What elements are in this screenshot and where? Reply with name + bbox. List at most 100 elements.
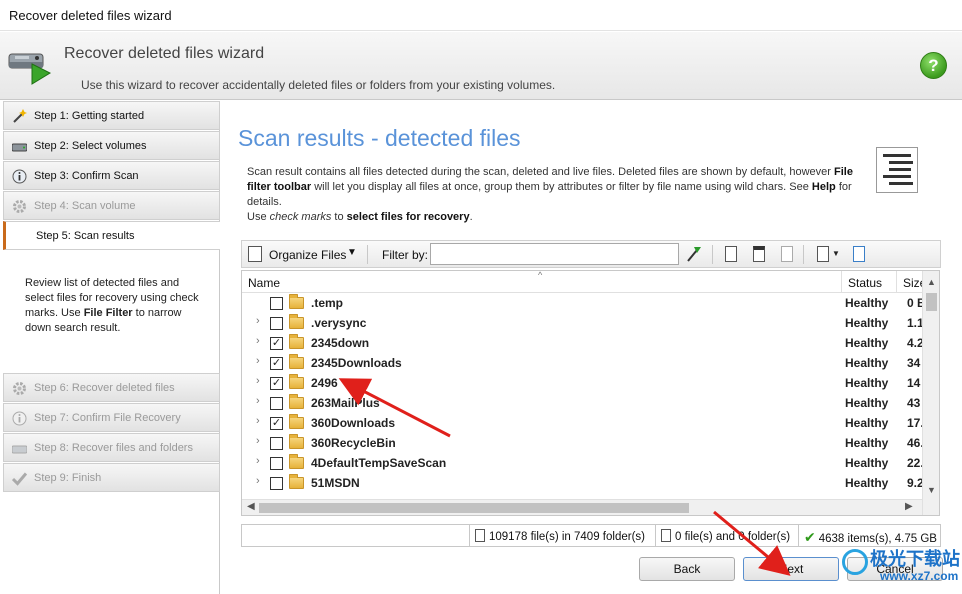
file-icon bbox=[661, 529, 671, 542]
apply-filter-icon[interactable] bbox=[685, 245, 703, 264]
step-label: Step 6: Recover deleted files bbox=[34, 382, 175, 394]
chevron-right-icon[interactable]: ▶ bbox=[905, 501, 913, 512]
step-label: Step 5: Scan results bbox=[36, 230, 135, 242]
status-selected-files: 0 file(s) and 0 folder(s) bbox=[655, 525, 798, 546]
row-name: 360RecycleBin bbox=[311, 436, 396, 450]
row-name: 4DefaultTempSaveScan bbox=[311, 456, 447, 470]
chevron-right-icon[interactable]: › bbox=[256, 435, 266, 447]
wizard-title: Recover deleted files wizard bbox=[64, 45, 265, 62]
step-recover-deleted-files: Step 6: Recover deleted files bbox=[3, 373, 220, 402]
step-label: Step 1: Getting started bbox=[34, 110, 145, 122]
table-row[interactable]: › .verysync Healthy 1.1 bbox=[242, 313, 924, 333]
row-name: 51MSDN bbox=[311, 476, 360, 490]
scrollbar-thumb[interactable] bbox=[259, 503, 689, 513]
scrollbar-thumb[interactable] bbox=[926, 293, 937, 311]
row-status: Healthy bbox=[845, 296, 889, 310]
row-checkbox[interactable] bbox=[270, 297, 283, 310]
toolbar-separator bbox=[712, 245, 713, 264]
toolbar-separator bbox=[367, 245, 368, 264]
gear-icon bbox=[13, 382, 26, 395]
page-title: Scan results - detected files bbox=[238, 125, 521, 151]
file-filter-toolbar: Organize Files ▼ Filter by: ▼ bbox=[241, 240, 941, 268]
status-checked-items: ✔ 4638 items(s), 4.75 GB bbox=[798, 525, 940, 546]
row-name: 2345Downloads bbox=[311, 356, 402, 370]
status-total-files: 109178 file(s) in 7409 folder(s) bbox=[469, 525, 655, 546]
main-content: Scan results - detected files Scan resul… bbox=[221, 101, 962, 594]
organize-files-button[interactable]: Organize Files ▼ bbox=[248, 244, 358, 265]
table-row[interactable]: .temp Healthy 0 B bbox=[242, 293, 926, 313]
filter-label: Filter by: bbox=[382, 248, 429, 262]
chevron-left-icon[interactable]: ◀ bbox=[247, 501, 255, 512]
chevron-right-icon[interactable]: › bbox=[256, 335, 266, 347]
row-checkbox[interactable] bbox=[270, 317, 283, 330]
chevron-down-icon: ▼ bbox=[347, 247, 357, 258]
row-checkbox[interactable] bbox=[270, 397, 283, 410]
row-status: Healthy bbox=[845, 376, 889, 390]
show-deleted-files-icon[interactable] bbox=[722, 245, 740, 264]
filter-input[interactable] bbox=[430, 243, 679, 265]
folder-icon bbox=[289, 314, 304, 329]
column-status[interactable]: Status bbox=[842, 271, 897, 293]
back-button[interactable]: Back bbox=[639, 557, 735, 581]
check-icon bbox=[12, 472, 27, 486]
chevron-up-icon[interactable]: ▲ bbox=[927, 277, 936, 287]
table-row[interactable]: › ✓ 2496 Healthy 14 bbox=[242, 373, 922, 393]
row-checkbox[interactable]: ✓ bbox=[270, 377, 283, 390]
row-checkbox[interactable] bbox=[270, 437, 283, 450]
row-checkbox[interactable] bbox=[270, 457, 283, 470]
row-status: Healthy bbox=[845, 316, 889, 330]
next-button[interactable]: Next bbox=[743, 557, 839, 581]
folder-icon bbox=[289, 454, 304, 469]
sort-ascending-icon: ^ bbox=[538, 270, 543, 280]
table-row[interactable]: › 263MailPlus Healthy 43 bbox=[242, 393, 922, 413]
folder-icon bbox=[289, 374, 304, 389]
table-row[interactable]: › ✓ 2345down Healthy 4.2 bbox=[242, 333, 924, 353]
row-checkbox[interactable]: ✓ bbox=[270, 357, 283, 370]
show-live-files-icon[interactable] bbox=[778, 245, 796, 264]
refresh-icon[interactable] bbox=[850, 245, 868, 264]
step-label: Step 3: Confirm Scan bbox=[34, 170, 139, 182]
folder-icon bbox=[289, 474, 304, 489]
column-name[interactable]: Name ^ bbox=[242, 271, 842, 293]
chevron-right-icon[interactable]: › bbox=[256, 455, 266, 467]
window-titlebar: Recover deleted files wizard bbox=[0, 0, 962, 31]
document-tree-icon bbox=[876, 147, 918, 193]
chevron-down-icon[interactable]: ▼ bbox=[832, 249, 840, 258]
row-checkbox[interactable]: ✓ bbox=[270, 337, 283, 350]
folder-icon bbox=[289, 294, 304, 309]
chevron-right-icon[interactable]: › bbox=[256, 395, 266, 407]
help-icon[interactable]: ? bbox=[920, 52, 947, 79]
chevron-right-icon[interactable]: › bbox=[256, 315, 266, 327]
show-all-files-icon[interactable] bbox=[750, 245, 768, 264]
step-select-volumes[interactable]: Step 2: Select volumes bbox=[3, 131, 220, 160]
chevron-right-icon[interactable]: › bbox=[256, 475, 266, 487]
table-row[interactable]: › ✓ 360Downloads Healthy 17. bbox=[242, 413, 924, 433]
chevron-right-icon[interactable]: › bbox=[256, 355, 266, 367]
export-list-icon[interactable] bbox=[814, 245, 832, 264]
file-list[interactable]: Name ^ Status Size .temp Healthy 0 B › .verys… bbox=[241, 270, 940, 516]
table-row[interactable]: › 4DefaultTempSaveScan Healthy 22. bbox=[242, 453, 924, 473]
drive-icon bbox=[12, 143, 27, 152]
horizontal-scrollbar[interactable]: ◀ ▶ bbox=[242, 499, 922, 515]
chevron-down-icon[interactable]: ▼ bbox=[927, 485, 936, 495]
vertical-scrollbar[interactable]: ▲ ▼ bbox=[922, 271, 939, 515]
table-row[interactable]: › 360RecycleBin Healthy 46. bbox=[242, 433, 924, 453]
row-status: Healthy bbox=[845, 476, 889, 490]
cancel-button[interactable]: Cancel bbox=[847, 557, 943, 581]
step-getting-started[interactable]: Step 1: Getting started bbox=[3, 101, 220, 130]
file-icon bbox=[475, 529, 485, 542]
info-icon bbox=[12, 411, 27, 426]
row-checkbox[interactable]: ✓ bbox=[270, 417, 283, 430]
chevron-right-icon[interactable]: › bbox=[256, 415, 266, 427]
step-label: Step 8: Recover files and folders bbox=[34, 442, 193, 454]
chevron-right-icon[interactable]: › bbox=[256, 375, 266, 387]
status-bar: 109178 file(s) in 7409 folder(s) 0 file(… bbox=[241, 524, 941, 547]
step-confirm-scan[interactable]: Step 3: Confirm Scan bbox=[3, 161, 220, 190]
table-row[interactable]: › 51MSDN Healthy 9.2 bbox=[242, 473, 924, 493]
step-scan-results[interactable]: Step 5: Scan results bbox=[3, 221, 220, 250]
window-title: Recover deleted files wizard bbox=[9, 8, 172, 23]
row-name: 2345down bbox=[311, 336, 370, 350]
table-row[interactable]: › ✓ 2345Downloads Healthy 34 bbox=[242, 353, 922, 373]
row-name: 263MailPlus bbox=[311, 396, 380, 410]
row-checkbox[interactable] bbox=[270, 477, 283, 490]
